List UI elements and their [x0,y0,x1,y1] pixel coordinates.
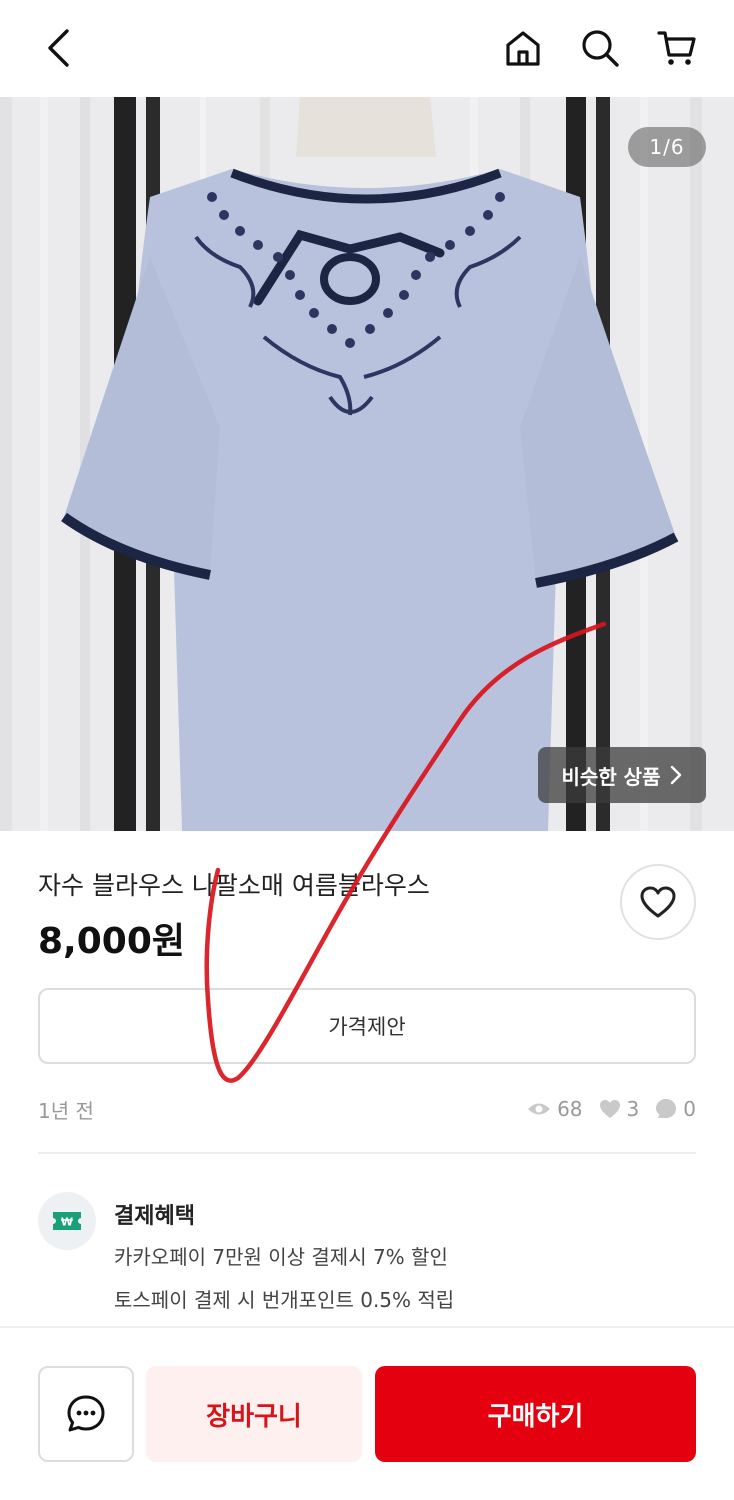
cart-button[interactable] [651,22,703,74]
image-counter: 1/6 [628,127,706,167]
payment-benefit-kakaopay: 카카오페이 7만원 이상 결제시 7% 할인 [114,1245,448,1269]
views-stat: 68 [527,1097,583,1121]
add-to-cart-button[interactable]: 장바구니 [146,1366,362,1462]
heart-icon [640,886,676,918]
chats-count: 0 [683,1097,696,1121]
chats-stat: 0 [655,1097,696,1121]
search-button[interactable] [574,22,626,74]
chat-icon [67,1395,105,1432]
posted-time: 1년 전 [38,1098,94,1123]
won-ticket-icon: ₩ [53,1212,81,1230]
meta-row: 1년 전 68 3 0 [38,1094,696,1124]
back-button[interactable] [32,22,84,74]
similar-products-label: 비슷한 상품 [561,764,661,789]
eye-icon [528,1103,551,1115]
similar-products-button[interactable]: 비슷한 상품 [538,747,706,803]
chevron-right-icon [671,765,682,785]
home-icon [506,31,540,66]
likes-stat: 3 [599,1097,640,1121]
product-price: 8,000원 [38,921,185,962]
price-offer-button[interactable]: 가격제안 [38,988,696,1064]
svg-text:₩: ₩ [61,1216,73,1229]
bottom-bar-divider [0,1326,734,1328]
stats: 68 3 0 [527,1097,696,1121]
chat-button[interactable] [38,1366,134,1462]
payment-benefit-icon-wrap: ₩ [38,1192,96,1250]
chevron-left-icon [48,29,69,67]
buy-now-button[interactable]: 구매하기 [375,1366,696,1462]
home-button[interactable] [497,22,549,74]
product-photo [0,97,734,831]
payment-benefit-title: 결제혜택 [114,1204,195,1229]
heart-icon [599,1100,620,1118]
views-count: 68 [557,1097,583,1121]
search-icon [582,30,619,67]
top-bar [0,0,734,97]
payment-benefit-tosspay: 토스페이 결제 시 번개포인트 0.5% 적립 [114,1288,455,1312]
section-divider [38,1152,696,1154]
chat-bubble-icon [656,1099,677,1118]
likes-count: 3 [626,1097,640,1121]
product-title: 자수 블라우스 나팔소매 여름블라우스 [38,871,430,900]
cart-icon [657,31,696,65]
product-image-gallery[interactable]: 1/6 비슷한 상품 [0,97,734,831]
like-button[interactable] [620,864,696,940]
